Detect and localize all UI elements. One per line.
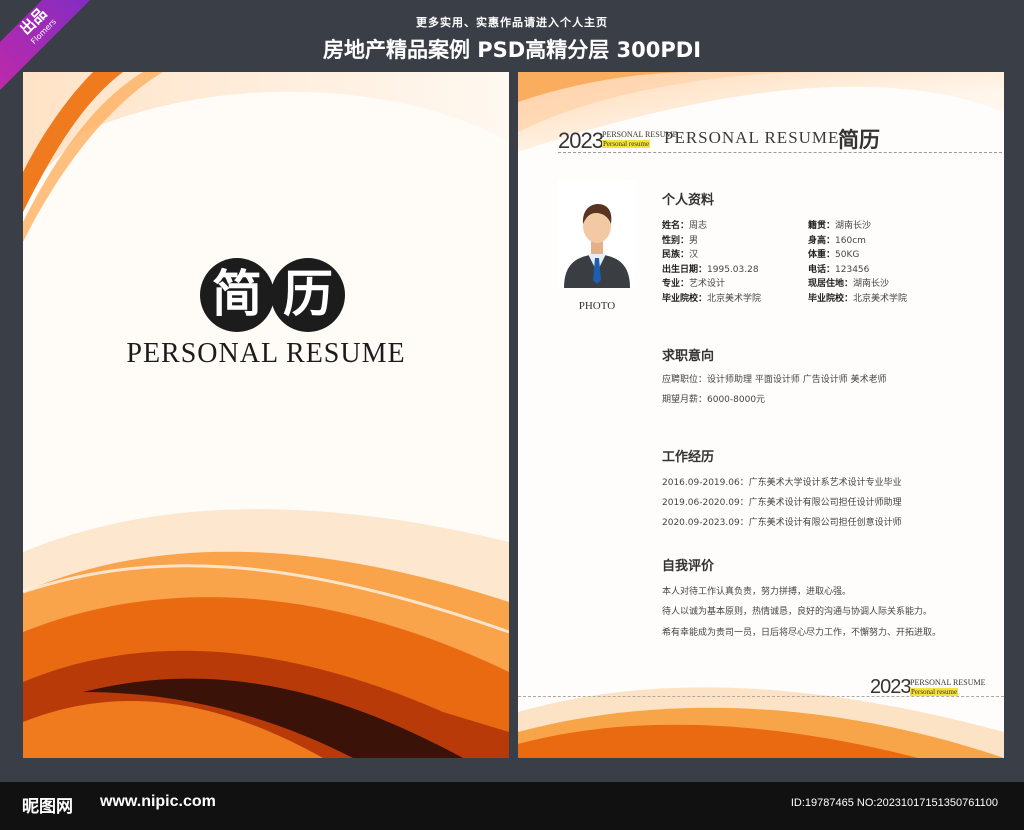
cover-char-1: 简: [200, 258, 274, 332]
resume-page: 2023 PERSONAL RESUME Personal resume PER…: [518, 72, 1004, 758]
work-heading: 工作经历: [662, 450, 715, 465]
photo-label: PHOTO: [578, 300, 616, 312]
profile-row: 姓名：周志: [662, 221, 708, 231]
cover-char-2: 历: [271, 258, 345, 332]
work-line: 2020.09-2023.09：广东美术设计有限公司担任创意设计师: [662, 518, 902, 528]
profile-row: 毕业院校：北京美术学院: [808, 293, 908, 304]
profile-left-column: 姓名：周志 性别：男 民族：汉 出生日期：1995.03.28 专业：艺术设计 …: [662, 219, 761, 307]
self-eval-line: 本人对待工作认真负责，努力拼搏，进取心强。: [662, 587, 852, 597]
footer-divider: [518, 696, 1004, 697]
cover-title-circles: 简 历: [200, 258, 345, 332]
profile-row: 毕业院校：北京美术学院: [662, 293, 762, 304]
resume-header: 2023 PERSONAL RESUME Personal resume PER…: [558, 124, 998, 154]
header: 出品 Flomers 更多实用、实惠作品请进入个人主页 房地产精品案例 PSD高…: [0, 0, 1024, 93]
profile-photo: [558, 180, 636, 288]
intent-heading: 求职意向: [662, 349, 715, 364]
self-eval-line: 待人以诚为基本原则，热情诚恳，良好的沟通与协调人际关系能力。: [662, 607, 933, 617]
cover-wave-background: [23, 72, 509, 758]
image-id: ID:19787465 NO:20231017151350761100: [790, 797, 998, 809]
site-logo[interactable]: 昵图网: [22, 792, 73, 817]
profile-row: 专业：艺术设计: [662, 279, 726, 290]
profile-row: 身高：160cm: [808, 235, 866, 246]
profile-row: 性别：男: [662, 235, 699, 246]
work-line: 2019.06-2020.09：广东美术设计有限公司担任设计师助理: [662, 498, 902, 508]
profile-row: 籍贯：湖南长沙: [808, 221, 872, 231]
work-line: 2016.09-2019.06：广东美术大学设计系艺术设计专业毕业: [662, 478, 902, 488]
page-title: 房地产精品案例 PSD高精分层 300PDI: [322, 38, 702, 62]
resume-footer-mark: 2023 PERSONAL RESUME Personal resume: [870, 672, 990, 702]
header-divider: [558, 152, 1002, 153]
profile-row: 现居住地：湖南长沙: [808, 279, 890, 290]
resume-wave-background: [518, 72, 1004, 758]
cover-page: 简 历 PERSONAL RESUME: [23, 72, 509, 758]
cover-english-title: PERSONAL RESUME: [126, 338, 406, 369]
resume-title-en: PERSONAL RESUME: [664, 128, 840, 147]
profile-row: 电话：123456: [808, 264, 870, 275]
resume-year-tag: Personal resume: [602, 140, 651, 148]
avatar-icon: [558, 180, 636, 288]
self-eval-heading: 自我评价: [662, 559, 715, 574]
intent-line: 应聘职位：设计师助理 平面设计师 广告设计师 美术老师: [662, 375, 887, 385]
resume-year: 2023: [558, 128, 604, 153]
profile-right-column: 籍贯：湖南长沙 身高：160cm 体重：50KG 电话：123456 现居住地：…: [808, 219, 907, 307]
footer-year-tag: Personal resume: [910, 688, 959, 696]
profile-heading: 个人资料: [662, 193, 715, 208]
self-eval-line: 希有幸能成为贵司一员，日后将尽心尽力工作，不懈努力、开拓进取。: [662, 628, 942, 638]
footer-year-caption: PERSONAL RESUME: [910, 678, 986, 687]
resume-title-cn: 简历: [838, 127, 880, 152]
profile-row: 出生日期：1995.03.28: [662, 264, 759, 275]
profile-row: 体重：50KG: [808, 250, 860, 261]
site-footer: 昵图网 www.nipic.com ID:19787465 NO:2023101…: [0, 782, 1024, 830]
header-subtitle[interactable]: 更多实用、实惠作品请进入个人主页: [0, 14, 1024, 30]
intent-line: 期望月薪：6000-8000元: [662, 395, 766, 405]
profile-row: 民族：汉: [662, 250, 699, 261]
site-url[interactable]: www.nipic.com: [100, 793, 216, 811]
